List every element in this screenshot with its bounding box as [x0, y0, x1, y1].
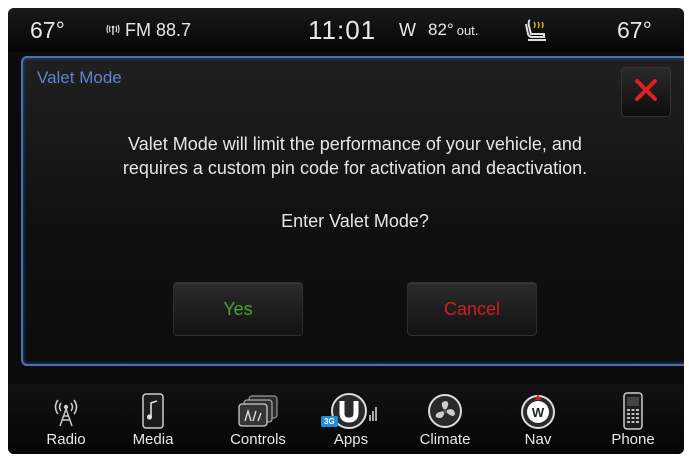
close-icon — [633, 77, 659, 108]
3g-badge: 3G — [321, 416, 338, 427]
status-bar: 67° FM 88.7 11:01 W 82° out. 67° — [8, 8, 684, 52]
nav-navigation[interactable]: W Nav — [498, 390, 578, 452]
yes-button[interactable]: Yes — [173, 282, 303, 336]
nav-climate[interactable]: Climate — [405, 390, 485, 452]
radio-station-status[interactable]: FM 88.7 — [106, 8, 191, 52]
clock: 11:01 — [308, 14, 377, 45]
radio-station-label: FM 88.7 — [125, 19, 192, 40]
nav-media-label: Media — [132, 431, 174, 448]
nav-media[interactable]: Media — [113, 390, 193, 452]
nav-nav-label: Nav — [524, 431, 552, 448]
nav-radio-label: Radio — [46, 431, 86, 448]
svg-text:W: W — [532, 405, 545, 420]
outside-temp-value: 82° — [428, 20, 454, 39]
compass-heading: W — [399, 19, 416, 40]
passenger-temperature[interactable]: 67° — [617, 8, 652, 52]
compass-icon: W — [498, 390, 578, 432]
nav-climate-label: Climate — [419, 431, 471, 448]
dialog-message-line1: Valet Mode will limit the performance of… — [128, 134, 582, 154]
nav-controls[interactable]: Controls — [218, 390, 298, 452]
media-player-icon — [113, 390, 193, 432]
nav-apps[interactable]: 3G Apps — [311, 390, 391, 452]
cancel-button[interactable]: Cancel — [407, 282, 537, 336]
dialog-message-line2: requires a custom pin code for activatio… — [122, 158, 588, 178]
valet-mode-dialog: Valet Mode Valet Mode will limit the per… — [21, 56, 684, 366]
nav-controls-label: Controls — [230, 431, 286, 448]
phone-icon — [593, 390, 673, 432]
driver-temperature[interactable]: 67° — [30, 8, 65, 52]
dialog-question: Enter Valet Mode? — [281, 211, 429, 231]
antenna-icon — [106, 23, 120, 38]
nav-apps-label: Apps — [333, 431, 369, 448]
nav-radio[interactable]: Radio — [26, 390, 106, 452]
radio-tower-icon — [26, 390, 106, 432]
outside-temp-label: out. — [456, 22, 479, 38]
bottom-nav-bar: Radio Media Controls 3G Apps Climate W N… — [8, 384, 684, 454]
infotainment-screen: 67° FM 88.7 11:01 W 82° out. 67° Valet M… — [8, 8, 684, 454]
nav-phone-label: Phone — [611, 431, 655, 448]
nav-phone[interactable]: Phone — [593, 390, 673, 452]
heated-seat-icon[interactable] — [524, 8, 550, 52]
controls-icon — [218, 390, 298, 432]
dialog-title: Valet Mode — [37, 68, 122, 87]
close-button[interactable] — [621, 67, 671, 117]
climate-fan-icon — [405, 390, 485, 432]
outside-temperature: 82° out. — [428, 8, 478, 52]
